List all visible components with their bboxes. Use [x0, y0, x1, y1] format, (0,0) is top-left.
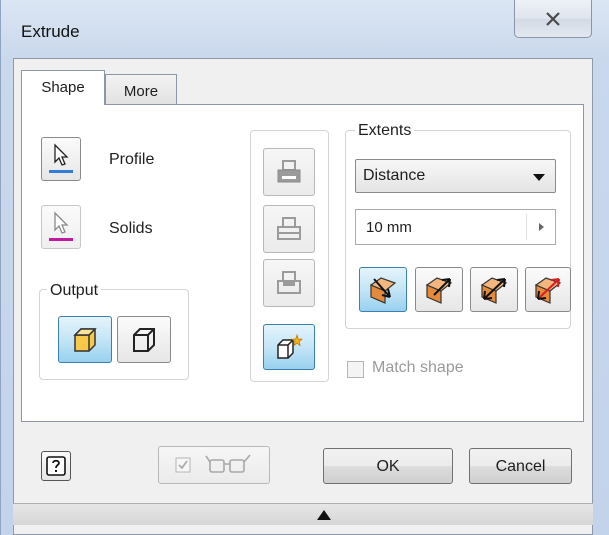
direction-2-icon	[425, 276, 453, 304]
tab-shape[interactable]: Shape	[21, 70, 105, 105]
solid-output-button[interactable]	[58, 316, 112, 363]
dialog-title: Extrude	[21, 22, 80, 41]
chevron-down-icon	[533, 174, 545, 181]
preview-toggle[interactable]	[158, 446, 270, 484]
cut-operation-button[interactable]	[263, 205, 315, 253]
help-icon	[46, 456, 66, 476]
distance-input[interactable]: 10 mm	[355, 209, 556, 245]
asymmetric-button[interactable]	[525, 267, 571, 312]
flyout-arrow-icon[interactable]	[539, 223, 544, 231]
ok-label: OK	[376, 458, 400, 475]
intersect-icon	[277, 271, 301, 294]
join-operation-button[interactable]	[263, 148, 315, 196]
wireframe-cube-icon	[133, 327, 155, 352]
solids-underline	[49, 238, 73, 241]
asymmetric-icon	[534, 276, 562, 304]
extents-type-dropdown[interactable]: Distance	[355, 159, 556, 193]
close-icon	[546, 12, 560, 26]
close-button[interactable]	[514, 0, 592, 38]
profile-select-button[interactable]	[41, 137, 81, 181]
preview-glasses-icon	[175, 454, 251, 473]
new-solid-button[interactable]	[263, 324, 315, 370]
solid-cube-icon	[73, 327, 97, 352]
symmetric-icon	[480, 276, 508, 304]
collapse-bar[interactable]	[13, 503, 593, 525]
distance-value: 10 mm	[366, 219, 412, 236]
solids-label: Solids	[109, 220, 153, 237]
solids-select-button[interactable]	[41, 205, 81, 249]
new-solid-icon	[277, 333, 304, 359]
join-icon	[277, 160, 301, 183]
cut-icon	[277, 217, 301, 240]
direction-1-icon	[369, 276, 397, 304]
direction-1-button[interactable]	[359, 267, 407, 312]
match-shape-checkbox[interactable]	[347, 361, 364, 378]
profile-underline	[49, 170, 73, 173]
expand-triangle-icon	[317, 510, 331, 520]
surface-output-button[interactable]	[117, 316, 171, 363]
ok-button[interactable]: OK	[323, 448, 453, 484]
cancel-label: Cancel	[495, 458, 546, 475]
cursor-arrow-icon	[49, 211, 73, 241]
extents-legend: Extents	[355, 122, 415, 140]
match-shape-label: Match shape	[372, 359, 464, 376]
tab-more[interactable]: More	[105, 74, 177, 104]
help-button[interactable]	[41, 451, 71, 481]
output-legend: Output	[47, 282, 102, 300]
tab-more-label: More	[123, 83, 159, 100]
profile-label: Profile	[109, 151, 155, 168]
symmetric-button[interactable]	[470, 267, 518, 312]
tab-shape-label: Shape	[41, 79, 85, 96]
intersect-operation-button[interactable]	[263, 259, 315, 307]
dialog-window: Extrude More Shape Profile Solids Output	[0, 0, 609, 535]
direction-2-button[interactable]	[415, 267, 463, 312]
input-divider	[526, 214, 527, 240]
cancel-button[interactable]: Cancel	[469, 448, 572, 484]
extents-type-value: Distance	[363, 167, 426, 184]
cursor-arrow-icon	[49, 143, 73, 173]
